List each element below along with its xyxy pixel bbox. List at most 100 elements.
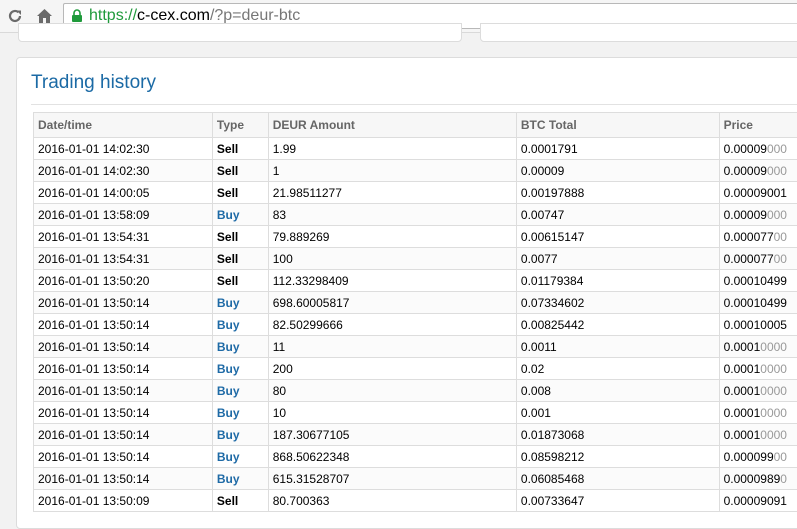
cell-type: Buy xyxy=(212,358,268,380)
cell-type: Buy xyxy=(212,292,268,314)
cell-total: 0.01179384 xyxy=(516,270,719,292)
cell-total: 0.001 xyxy=(516,402,719,424)
cell-total: 0.00747 xyxy=(516,204,719,226)
cell-date: 2016-01-01 13:50:20 xyxy=(34,270,213,292)
cell-price: 0.00010005 xyxy=(719,314,797,336)
table-row: 2016-01-01 14:02:30Sell10.000090.0000900… xyxy=(34,160,797,182)
price-trailing-zeros: 0000 xyxy=(760,428,787,442)
cell-date: 2016-01-01 14:02:30 xyxy=(34,138,213,160)
cell-total: 0.07334602 xyxy=(516,292,719,314)
table-row: 2016-01-01 13:50:14Buy110.00110.00010000 xyxy=(34,336,797,358)
cell-type: Buy xyxy=(212,446,268,468)
panel-title: Trading history xyxy=(31,72,156,94)
table-row: 2016-01-01 13:54:31Sell79.8892690.006151… xyxy=(34,226,797,248)
table-row: 2016-01-01 13:50:14Buy868.506223480.0859… xyxy=(34,446,797,468)
cell-price: 0.00010000 xyxy=(719,336,797,358)
cell-amount: 11 xyxy=(268,336,516,358)
trading-history-panel: Trading history Date/time Type DEUR Amou… xyxy=(16,57,797,529)
cell-date: 2016-01-01 13:58:09 xyxy=(34,204,213,226)
lock-icon xyxy=(70,9,84,23)
price-value: 0.00010499 xyxy=(724,274,787,288)
cell-type: Sell xyxy=(212,138,268,160)
price-value: 0.000077 xyxy=(724,230,774,244)
cell-type: Sell xyxy=(212,248,268,270)
table-row: 2016-01-01 13:54:31Sell1000.00770.000077… xyxy=(34,248,797,270)
cell-date: 2016-01-01 13:54:31 xyxy=(34,226,213,248)
table-row: 2016-01-01 13:50:14Buy615.315287070.0608… xyxy=(34,468,797,490)
header-date[interactable]: Date/time xyxy=(34,113,213,138)
table-row: 2016-01-01 13:50:20Sell112.332984090.011… xyxy=(34,270,797,292)
cell-total: 0.00825442 xyxy=(516,314,719,336)
price-value: 0.00009 xyxy=(724,142,767,156)
cell-type: Buy xyxy=(212,468,268,490)
cell-amount: 868.50622348 xyxy=(268,446,516,468)
table-row: 2016-01-01 13:50:14Buy2000.020.00010000 xyxy=(34,358,797,380)
cell-total: 0.008 xyxy=(516,380,719,402)
table-row: 2016-01-01 13:50:14Buy800.0080.00010000 xyxy=(34,380,797,402)
price-value: 0.00010499 xyxy=(724,296,787,310)
table-row: 2016-01-01 13:50:14Buy698.600058170.0733… xyxy=(34,292,797,314)
price-trailing-zeros: 0 xyxy=(780,472,787,486)
cell-amount: 100 xyxy=(268,248,516,270)
price-trailing-zeros: 0000 xyxy=(760,340,787,354)
header-type[interactable]: Type xyxy=(212,113,268,138)
cell-amount: 1.99 xyxy=(268,138,516,160)
header-price[interactable]: Price xyxy=(719,113,797,138)
cell-type: Buy xyxy=(212,380,268,402)
url-host: c-cex.com xyxy=(137,7,210,24)
cell-date: 2016-01-01 13:50:14 xyxy=(34,424,213,446)
cell-price: 0.00009000 xyxy=(719,204,797,226)
cell-date: 2016-01-01 13:50:14 xyxy=(34,380,213,402)
cell-date: 2016-01-01 13:54:31 xyxy=(34,248,213,270)
table-header-row: Date/time Type DEUR Amount BTC Total Pri… xyxy=(34,113,797,138)
cell-amount: 615.31528707 xyxy=(268,468,516,490)
table-row: 2016-01-01 13:50:09Sell80.7003630.007336… xyxy=(34,490,797,512)
cell-type: Buy xyxy=(212,204,268,226)
table-body: 2016-01-01 14:02:30Sell1.990.00017910.00… xyxy=(34,138,797,512)
cell-total: 0.0077 xyxy=(516,248,719,270)
price-value: 0.0001 xyxy=(724,384,761,398)
cell-date: 2016-01-01 13:50:14 xyxy=(34,358,213,380)
cell-price: 0.00010499 xyxy=(719,270,797,292)
cell-price: 0.00010000 xyxy=(719,358,797,380)
cell-price: 0.00007700 xyxy=(719,226,797,248)
cell-amount: 79.889269 xyxy=(268,226,516,248)
price-value: 0.000077 xyxy=(724,252,774,266)
cell-price: 0.00010000 xyxy=(719,424,797,446)
cell-amount: 187.30677105 xyxy=(268,424,516,446)
cell-amount: 698.60005817 xyxy=(268,292,516,314)
cell-type: Buy xyxy=(212,336,268,358)
table-row: 2016-01-01 13:50:14Buy187.306771050.0187… xyxy=(34,424,797,446)
price-trailing-zeros: 00 xyxy=(774,252,787,266)
cell-price: 0.00009890 xyxy=(719,468,797,490)
cell-type: Buy xyxy=(212,424,268,446)
price-value: 0.000099 xyxy=(724,450,774,464)
cell-type: Sell xyxy=(212,226,268,248)
cell-date: 2016-01-01 14:00:05 xyxy=(34,182,213,204)
cell-total: 0.0011 xyxy=(516,336,719,358)
cell-type: Sell xyxy=(212,182,268,204)
table-row: 2016-01-01 13:50:14Buy100.0010.00010000 xyxy=(34,402,797,424)
cell-date: 2016-01-01 13:50:14 xyxy=(34,336,213,358)
cell-amount: 80 xyxy=(268,380,516,402)
cell-price: 0.00007700 xyxy=(719,248,797,270)
cell-price: 0.00009900 xyxy=(719,446,797,468)
cell-amount: 1 xyxy=(268,160,516,182)
cell-type: Buy xyxy=(212,314,268,336)
cell-total: 0.01873068 xyxy=(516,424,719,446)
cell-price: 0.00010000 xyxy=(719,380,797,402)
cell-total: 0.02 xyxy=(516,358,719,380)
cell-price: 0.00009000 xyxy=(719,160,797,182)
price-trailing-zeros: 0000 xyxy=(760,406,787,420)
price-value: 0.00009001 xyxy=(724,186,787,200)
price-value: 0.00009091 xyxy=(724,494,787,508)
cell-total: 0.06085468 xyxy=(516,468,719,490)
header-amount[interactable]: DEUR Amount xyxy=(268,113,516,138)
top-card-right xyxy=(480,23,797,42)
price-value: 0.00009 xyxy=(724,164,767,178)
header-total[interactable]: BTC Total xyxy=(516,113,719,138)
cell-price: 0.00010000 xyxy=(719,402,797,424)
top-card-left xyxy=(18,23,462,42)
cell-price: 0.00009091 xyxy=(719,490,797,512)
cell-date: 2016-01-01 13:50:14 xyxy=(34,446,213,468)
